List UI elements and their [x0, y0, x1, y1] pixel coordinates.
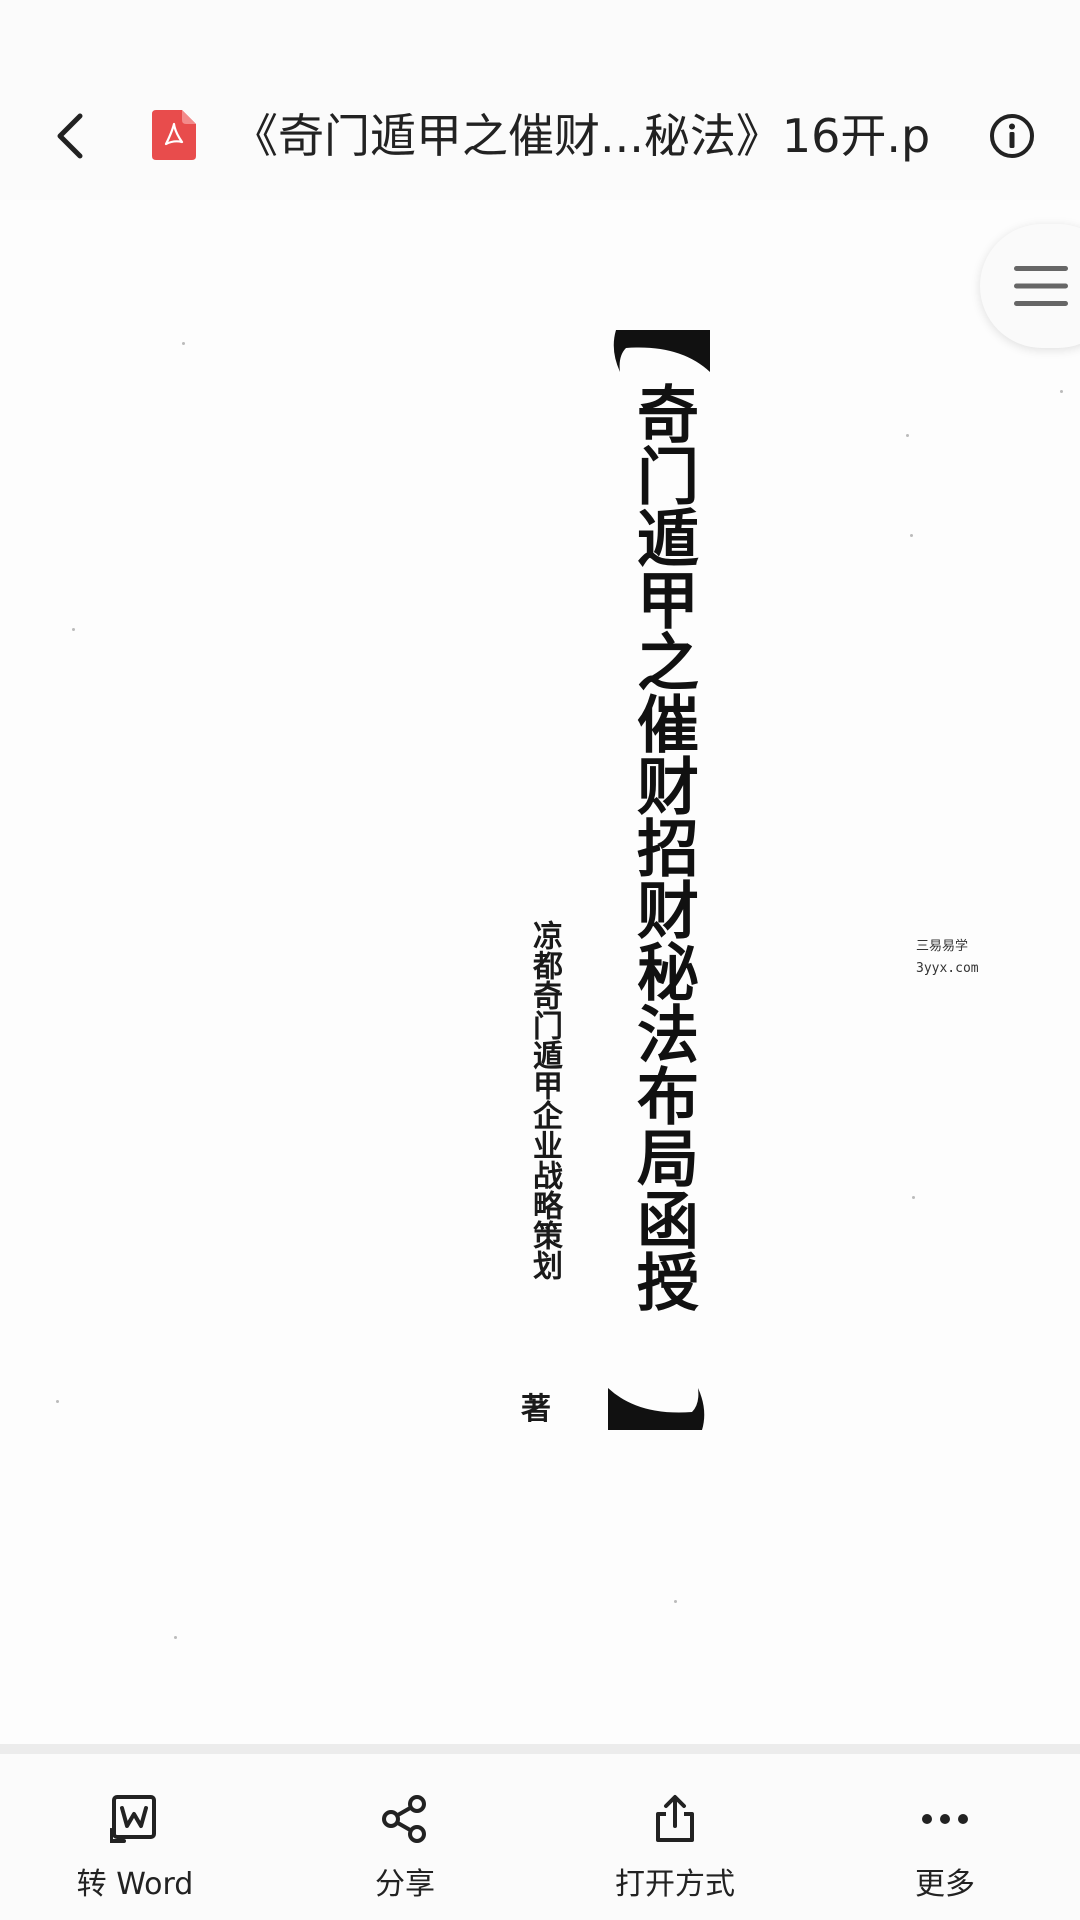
document-author: 凉都奇门遁甲企业战略策划 [527, 920, 562, 1280]
toolbar-divider [0, 1744, 1080, 1754]
page-speck [56, 1400, 59, 1403]
page-speck [912, 1196, 915, 1199]
document-main-title: 奇门遁甲之催财招财秘法布局函授 [626, 382, 699, 1312]
bottom-toolbar: 转 Word 分享 打开方式 更多 [0, 1754, 1080, 1920]
toolbar-label: 更多 [915, 1867, 975, 1902]
pdf-icon [152, 110, 196, 160]
share-icon [382, 1795, 426, 1843]
page-speck [72, 628, 75, 631]
open-with-button[interactable]: 打开方式 [540, 1754, 810, 1920]
chevron-left-icon [57, 113, 83, 159]
page-speck [674, 1600, 677, 1603]
watermark-line: 3yyx.com [916, 961, 979, 976]
pdf-viewer-screen: 《奇门遁甲之催财...秘法》16开.pdf 奇门遁甲之催财招财秘法布局函授 凉都… [0, 0, 1080, 1920]
toolbar-label: 转 Word [76, 1867, 194, 1902]
page-speck [906, 434, 909, 437]
back-button[interactable] [44, 105, 96, 167]
more-icon [922, 1814, 968, 1824]
title-bracket-top [613, 330, 710, 372]
toolbar-label: 分享 [375, 1867, 435, 1902]
convert-word-button[interactable]: 转 Word [0, 1754, 270, 1920]
title-bracket-bottom [608, 1388, 705, 1430]
file-title: 《奇门遁甲之催财...秘法》16开.pdf [232, 109, 932, 163]
share-button[interactable]: 分享 [270, 1754, 540, 1920]
page-speck [1060, 390, 1063, 393]
more-button[interactable]: 更多 [810, 1754, 1080, 1920]
document-author-suffix: 著 [521, 1392, 551, 1427]
page-speck [910, 534, 913, 537]
word-convert-icon [110, 1795, 156, 1843]
page-speck [182, 342, 185, 345]
watermark: 三易易学 3yyx.com [916, 936, 1026, 980]
toolbar-label: 打开方式 [615, 1867, 735, 1902]
page-speck [174, 1636, 177, 1639]
menu-icon [1014, 266, 1068, 306]
info-icon[interactable] [988, 112, 1036, 160]
open-with-icon [656, 1795, 694, 1842]
watermark-line: 三易易学 [916, 939, 969, 954]
